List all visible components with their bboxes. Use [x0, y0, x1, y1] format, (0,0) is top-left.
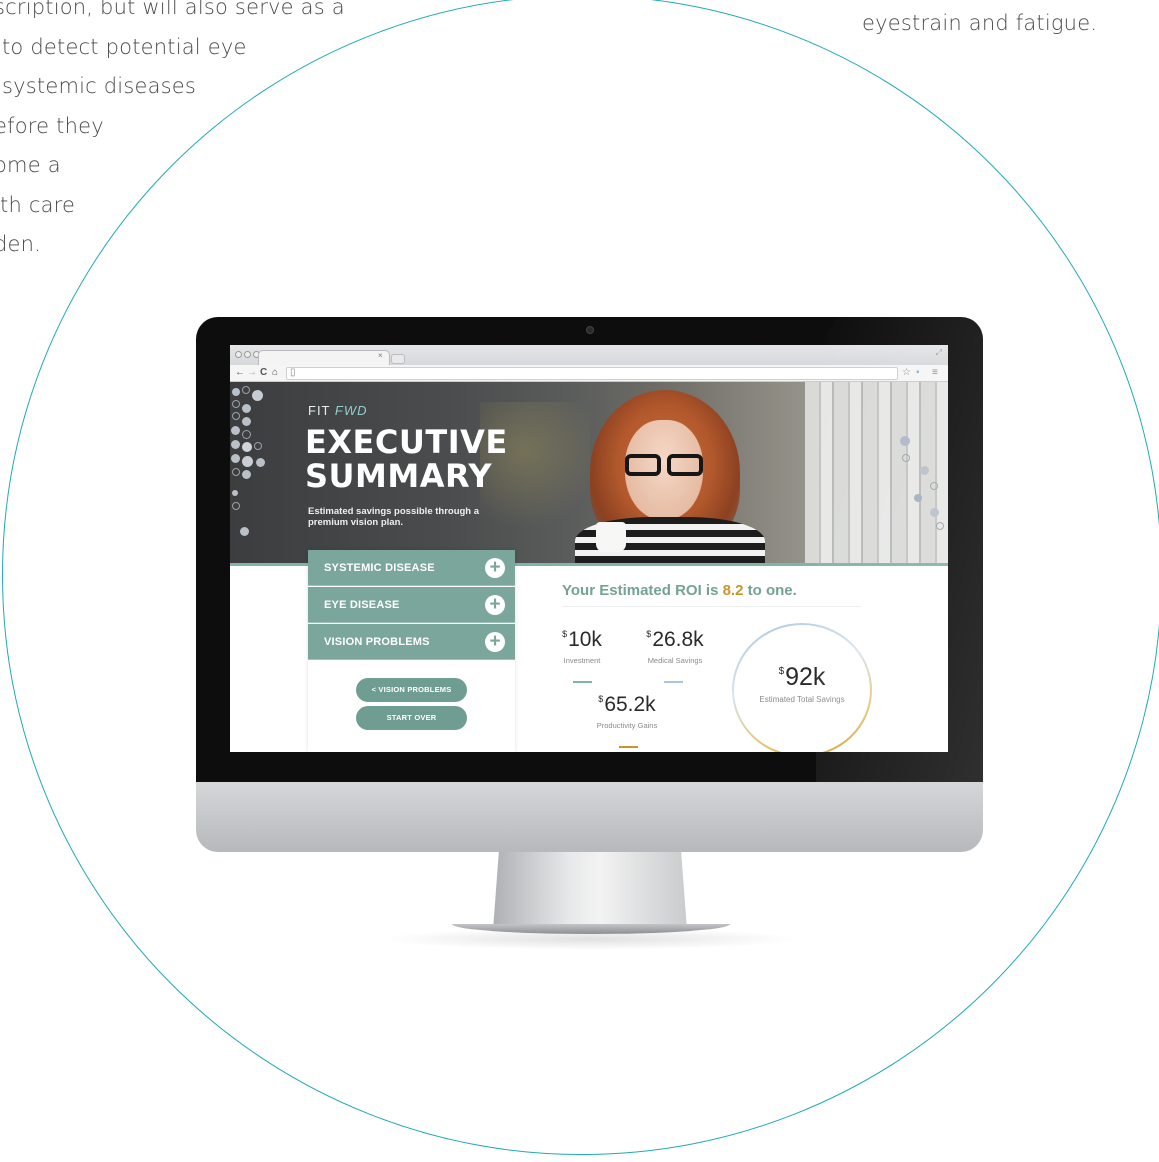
roi-prefix: Your Estimated ROI is [562, 582, 723, 599]
productivity-gains-label: Productivity Gains [596, 721, 658, 730]
medical-savings-value: $26.8k [646, 628, 704, 651]
browser-tab[interactable] [258, 350, 390, 365]
investment-bar [573, 681, 592, 683]
brand-prefix: FIT [308, 403, 335, 418]
currency-symbol: $ [562, 629, 568, 639]
monitor-chin [196, 782, 983, 852]
monitor-stand-neck [493, 852, 687, 930]
accordion-label: SYSTEMIC DISEASE [324, 562, 435, 574]
close-window-icon[interactable] [235, 351, 242, 358]
accordion-vision-problems[interactable]: VISION PROBLEMS + [308, 624, 515, 660]
right-body-copy: eyestrain and fatigue. [862, 11, 1098, 35]
currency-symbol: $ [646, 629, 652, 639]
minimize-window-icon[interactable] [244, 351, 251, 358]
camera-icon [586, 326, 594, 334]
plus-icon[interactable]: + [485, 558, 505, 578]
plus-icon[interactable]: + [485, 595, 505, 615]
roi-headline: Your Estimated ROI is 8.2 to one. [562, 582, 797, 599]
tab-close-icon[interactable]: × [378, 351, 383, 361]
investment-label: Investment [563, 656, 601, 665]
accordion-label: EYE DISEASE [324, 599, 400, 611]
currency-symbol: $ [778, 666, 785, 677]
forward-arrow-icon[interactable]: → [247, 367, 257, 379]
hero-photo-cup [596, 522, 626, 552]
medical-savings-label: Medical Savings [647, 656, 703, 665]
accordion-label: VISION PROBLEMS [324, 636, 430, 648]
start-over-button[interactable]: START OVER [356, 706, 467, 730]
promo-page: scription, but will also serve as a to d… [0, 0, 1159, 1162]
screen-reflection [816, 317, 983, 782]
productivity-gains-stat: $65.2k Productivity Gains [582, 693, 672, 730]
back-arrow-icon[interactable]: ← [235, 367, 245, 379]
reload-icon[interactable]: C [260, 367, 267, 379]
title-line-1: EXECUTIVE [305, 423, 508, 461]
title-line-2: SUMMARY [305, 457, 493, 495]
productivity-gains-value: $65.2k [598, 693, 656, 716]
brand-logo: FIT FWD [308, 403, 367, 418]
left-copy-line: to detect potential eye [2, 34, 247, 59]
page-subtitle: Estimated savings possible through a pre… [308, 506, 480, 528]
medical-savings-stat: $26.8k Medical Savings [630, 628, 720, 665]
address-bar[interactable]: ▯ [286, 367, 898, 380]
roi-suffix: to one. [743, 582, 797, 599]
category-panel: SYSTEMIC DISEASE + EYE DISEASE + VISION … [308, 550, 515, 752]
roi-value: 8.2 [722, 582, 744, 599]
page-title: EXECUTIVE SUMMARY [305, 425, 508, 493]
accordion-eye-disease[interactable]: EYE DISEASE + [308, 587, 515, 623]
left-copy-line: scription, but will also serve as a [0, 0, 345, 19]
page-icon: ▯ [290, 367, 296, 378]
back-vision-problems-button[interactable]: < VISION PROBLEMS [356, 678, 467, 702]
home-icon[interactable]: ⌂ [272, 367, 278, 379]
productivity-gains-bar [619, 746, 638, 748]
medical-savings-bar [664, 681, 683, 683]
plus-icon[interactable]: + [485, 632, 505, 652]
glasses-graphic [621, 454, 707, 478]
accordion-systemic-disease[interactable]: SYSTEMIC DISEASE + [308, 550, 515, 586]
investment-value: $10k [562, 628, 602, 651]
new-tab-button[interactable] [391, 354, 405, 364]
currency-symbol: $ [598, 694, 604, 704]
investment-stat: $10k Investment [552, 628, 612, 665]
brand-suffix: FWD [334, 403, 368, 418]
